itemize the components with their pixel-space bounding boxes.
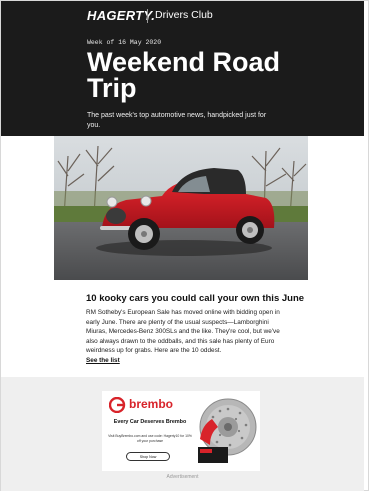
brake-disc-icon	[198, 398, 257, 463]
email-header: HAGERTY. Drivers Club Week of 16 May 202…	[1, 1, 364, 136]
drivers-club-label: Drivers Club	[155, 9, 213, 21]
ad-body-text: Visit BuyBrembo.com and use code: Hagert…	[108, 434, 192, 443]
week-label: Week of 16 May 2020	[87, 39, 162, 46]
advertisement-section: brembo Every Car Deserves Brembo Visit B…	[1, 377, 364, 491]
article-image[interactable]	[54, 136, 308, 280]
article-title[interactable]: 10 kooky cars you could call your own th…	[86, 293, 304, 304]
intro-text: The past week's top automotive news, han…	[87, 112, 267, 129]
header-divider	[147, 9, 148, 23]
car-photo-illustration	[54, 136, 308, 280]
brembo-logo-icon	[109, 397, 126, 413]
shop-now-button[interactable]: Shop Now	[126, 452, 170, 461]
advertisement-label: Advertisement	[166, 474, 199, 480]
ad-tagline: Every Car Deserves Brembo	[113, 419, 187, 425]
see-the-list-link[interactable]: See the list	[86, 357, 120, 364]
article-body: RM Sotheby's European Sale has moved onl…	[86, 309, 280, 355]
page-title: Weekend Road Trip	[87, 47, 281, 103]
brembo-logo-text: brembo	[129, 397, 174, 411]
brembo-ad-banner[interactable]: brembo Every Car Deserves Brembo Visit B…	[102, 391, 260, 471]
hagerty-logo[interactable]: HAGERTY.	[87, 8, 155, 23]
email-frame: HAGERTY. Drivers Club Week of 16 May 202…	[0, 0, 369, 491]
